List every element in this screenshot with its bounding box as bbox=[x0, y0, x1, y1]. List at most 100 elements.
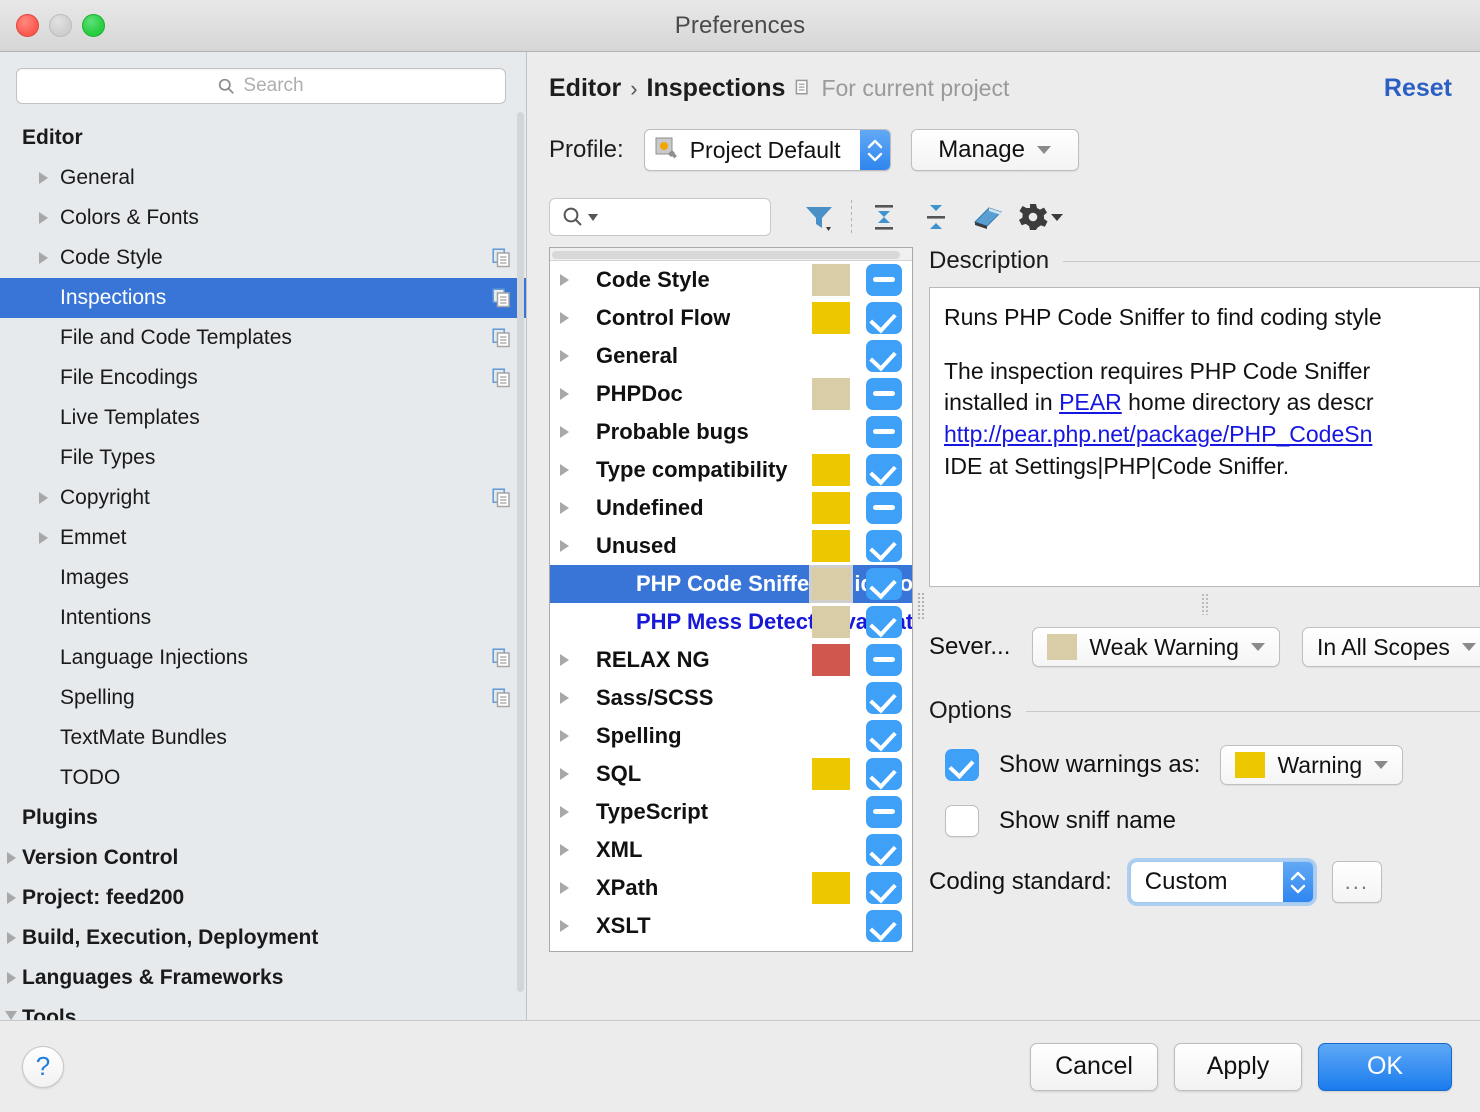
sidebar-item-intentions[interactable]: Intentions bbox=[0, 598, 526, 638]
inspection-row[interactable]: Control Flow bbox=[550, 299, 912, 337]
inspection-row[interactable]: RELAX NG bbox=[550, 641, 912, 679]
codesniffer-url-link[interactable]: http://pear.php.net/package/PHP_CodeSn bbox=[944, 421, 1372, 447]
inspection-enabled-checkbox[interactable] bbox=[866, 644, 902, 676]
inspection-enabled-checkbox[interactable] bbox=[866, 682, 902, 714]
chevron-right-icon[interactable] bbox=[560, 882, 569, 894]
pear-link[interactable]: PEAR bbox=[1059, 389, 1122, 415]
inspection-enabled-checkbox[interactable] bbox=[866, 796, 902, 828]
chevron-down-icon[interactable] bbox=[0, 1011, 22, 1021]
chevron-right-icon[interactable] bbox=[560, 312, 569, 324]
chevron-down-icon[interactable] bbox=[588, 214, 598, 221]
sidebar-item-todo[interactable]: TODO bbox=[0, 758, 526, 798]
chevron-right-icon[interactable] bbox=[0, 972, 22, 984]
inspection-enabled-checkbox[interactable] bbox=[866, 340, 902, 372]
inspection-enabled-checkbox[interactable] bbox=[866, 720, 902, 752]
sidebar-item-general[interactable]: General bbox=[0, 158, 526, 198]
help-button[interactable]: ? bbox=[22, 1046, 64, 1088]
inspection-list-hscrollbar[interactable] bbox=[550, 248, 912, 261]
ok-button[interactable]: OK bbox=[1318, 1043, 1452, 1091]
chevron-right-icon[interactable] bbox=[0, 852, 22, 864]
profile-stepper[interactable] bbox=[860, 130, 890, 170]
copy-settings-icon[interactable] bbox=[492, 328, 512, 348]
chevron-right-icon[interactable] bbox=[560, 730, 569, 742]
chevron-right-icon[interactable] bbox=[0, 892, 22, 904]
inspection-list[interactable]: Code StyleControl FlowGeneralPHPDocProba… bbox=[549, 247, 913, 952]
show-warnings-checkbox[interactable] bbox=[945, 749, 979, 781]
chevron-right-icon[interactable] bbox=[32, 172, 54, 184]
chevron-right-icon[interactable] bbox=[560, 464, 569, 476]
sidebar-item-spelling[interactable]: Spelling bbox=[0, 678, 526, 718]
warning-level-select[interactable]: Warning bbox=[1220, 745, 1403, 785]
inspection-row[interactable]: TypeScript bbox=[550, 793, 912, 831]
chevron-down-icon[interactable] bbox=[1051, 214, 1063, 221]
chevron-right-icon[interactable] bbox=[560, 768, 569, 780]
sidebar-item-textmate-bundles[interactable]: TextMate Bundles bbox=[0, 718, 526, 758]
sidebar-item-file-encodings[interactable]: File Encodings bbox=[0, 358, 526, 398]
inspection-row[interactable]: Unused bbox=[550, 527, 912, 565]
inspection-row[interactable]: Code Style bbox=[550, 261, 912, 299]
inspection-row[interactable]: Sass/SCSS bbox=[550, 679, 912, 717]
sidebar-item-images[interactable]: Images bbox=[0, 558, 526, 598]
close-window-button[interactable] bbox=[16, 14, 39, 37]
inspection-row[interactable]: Undefined bbox=[550, 489, 912, 527]
sidebar-scrollbar[interactable] bbox=[517, 112, 524, 992]
sidebar-item-inspections[interactable]: Inspections bbox=[0, 278, 526, 318]
chevron-right-icon[interactable] bbox=[560, 274, 569, 286]
scope-select[interactable]: In All Scopes bbox=[1302, 627, 1480, 667]
show-sniff-name-checkbox[interactable] bbox=[945, 805, 979, 837]
inspection-row[interactable]: PHP Code Sniffer validation bbox=[550, 565, 912, 603]
inspection-enabled-checkbox[interactable] bbox=[866, 492, 902, 524]
inspection-enabled-checkbox[interactable] bbox=[866, 264, 902, 296]
inspection-enabled-checkbox[interactable] bbox=[866, 378, 902, 410]
sidebar-item-languages-frameworks[interactable]: Languages & Frameworks bbox=[0, 958, 526, 998]
chevron-right-icon[interactable] bbox=[32, 492, 54, 504]
zoom-window-button[interactable] bbox=[82, 14, 105, 37]
chevron-right-icon[interactable] bbox=[560, 502, 569, 514]
manage-button[interactable]: Manage bbox=[911, 129, 1079, 171]
breadcrumb-root[interactable]: Editor bbox=[549, 74, 621, 103]
expand-all-icon[interactable] bbox=[858, 195, 910, 239]
chevron-right-icon[interactable] bbox=[32, 252, 54, 264]
sidebar-item-file-types[interactable]: File Types bbox=[0, 438, 526, 478]
sidebar-item-copyright[interactable]: Copyright bbox=[0, 478, 526, 518]
sidebar-item-editor[interactable]: Editor bbox=[0, 118, 526, 158]
chevron-right-icon[interactable] bbox=[560, 806, 569, 818]
profile-select[interactable]: Project Default bbox=[644, 129, 891, 171]
sidebar-item-live-templates[interactable]: Live Templates bbox=[0, 398, 526, 438]
coding-standard-stepper[interactable] bbox=[1283, 862, 1313, 902]
inspection-row[interactable]: SQL bbox=[550, 755, 912, 793]
inspection-row[interactable]: XML bbox=[550, 831, 912, 869]
inspection-enabled-checkbox[interactable] bbox=[866, 606, 902, 638]
sidebar-item-project-feed200[interactable]: Project: feed200 bbox=[0, 878, 526, 918]
copy-settings-icon[interactable] bbox=[492, 688, 512, 708]
copy-settings-icon[interactable] bbox=[492, 648, 512, 668]
inspection-row[interactable]: General bbox=[550, 337, 912, 375]
reset-to-default-icon[interactable] bbox=[962, 195, 1014, 239]
sidebar-item-build-execution-deployment[interactable]: Build, Execution, Deployment bbox=[0, 918, 526, 958]
inspection-enabled-checkbox[interactable] bbox=[866, 872, 902, 904]
apply-button[interactable]: Apply bbox=[1174, 1043, 1302, 1091]
inspection-search-input[interactable] bbox=[549, 198, 771, 236]
sidebar-item-colors-fonts[interactable]: Colors & Fonts bbox=[0, 198, 526, 238]
chevron-right-icon[interactable] bbox=[32, 532, 54, 544]
inspection-row[interactable]: PHP Mess Detector validation bbox=[550, 603, 912, 641]
copy-settings-icon[interactable] bbox=[492, 368, 512, 388]
copy-settings-icon[interactable] bbox=[492, 488, 512, 508]
inspection-list-hscrollbar-thumb[interactable] bbox=[552, 251, 900, 259]
chevron-right-icon[interactable] bbox=[560, 426, 569, 438]
inspection-enabled-checkbox[interactable] bbox=[866, 568, 902, 600]
coding-standard-select[interactable]: Custom bbox=[1130, 861, 1314, 903]
minimize-window-button[interactable] bbox=[49, 14, 72, 37]
copy-settings-icon[interactable] bbox=[492, 288, 512, 308]
inspection-enabled-checkbox[interactable] bbox=[866, 454, 902, 486]
chevron-right-icon[interactable] bbox=[560, 920, 569, 932]
chevron-right-icon[interactable] bbox=[32, 212, 54, 224]
inspection-enabled-checkbox[interactable] bbox=[866, 758, 902, 790]
chevron-right-icon[interactable] bbox=[560, 844, 569, 856]
chevron-right-icon[interactable] bbox=[560, 692, 569, 704]
inspection-enabled-checkbox[interactable] bbox=[866, 416, 902, 448]
copy-settings-icon[interactable] bbox=[492, 248, 512, 268]
chevron-right-icon[interactable] bbox=[560, 654, 569, 666]
sidebar-item-language-injections[interactable]: Language Injections bbox=[0, 638, 526, 678]
sidebar-item-plugins[interactable]: Plugins bbox=[0, 798, 526, 838]
